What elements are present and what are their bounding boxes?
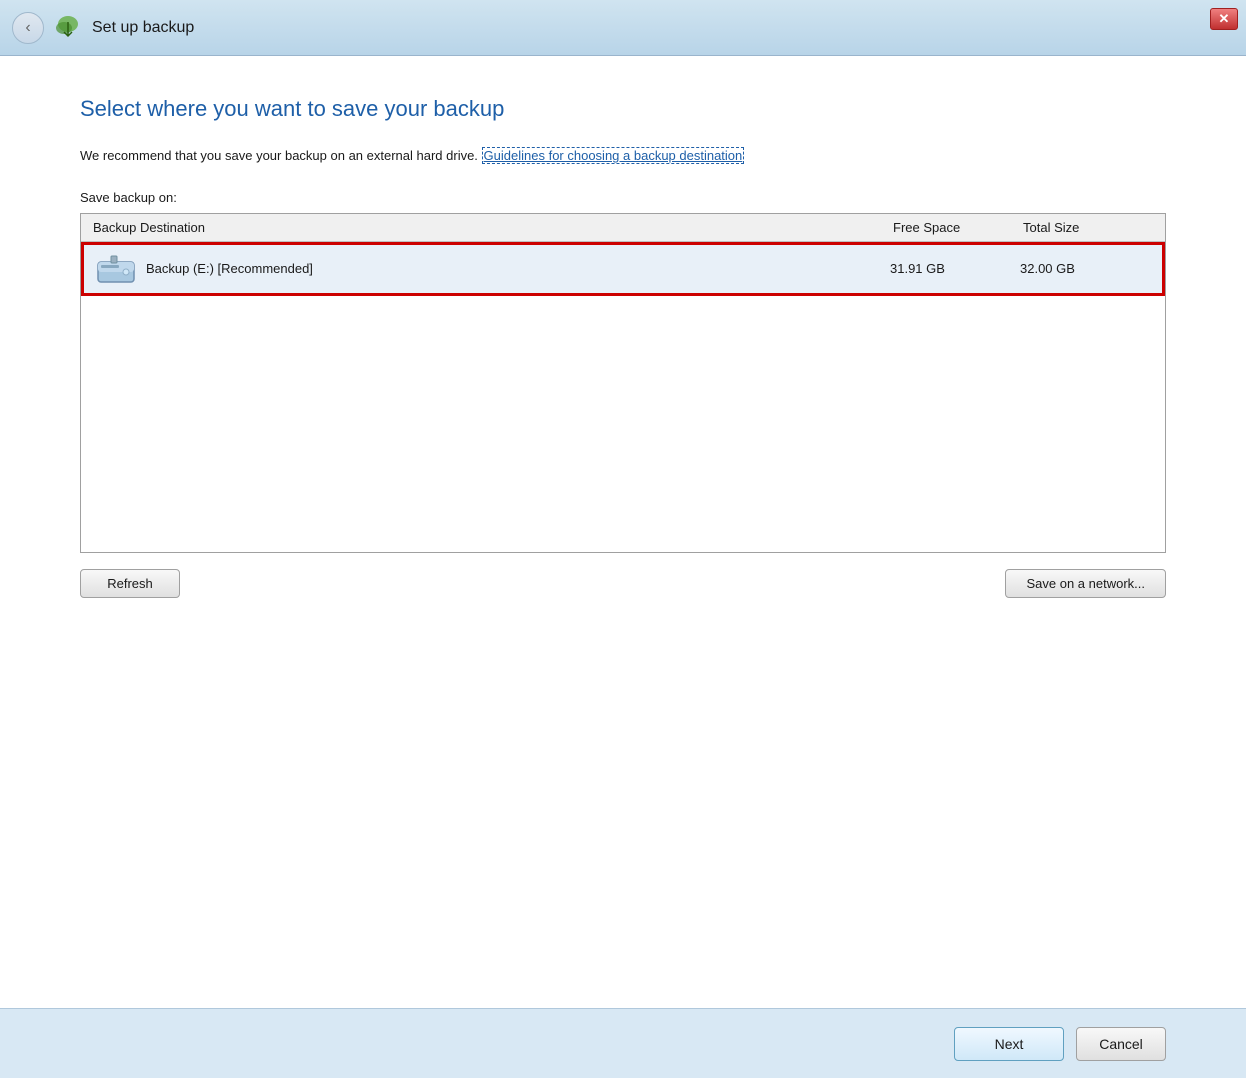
below-table-actions: Refresh Save on a network... bbox=[80, 553, 1166, 598]
drive-icon bbox=[96, 253, 136, 285]
free-space-value: 31.91 GB bbox=[890, 261, 1020, 276]
next-button[interactable]: Next bbox=[954, 1027, 1064, 1061]
row-destination-cell: Backup (E:) [Recommended] bbox=[96, 253, 890, 285]
table-row[interactable]: Backup (E:) [Recommended] 31.91 GB 32.00… bbox=[81, 242, 1165, 296]
back-button[interactable]: ‹ bbox=[12, 12, 44, 44]
page-title: Select where you want to save your backu… bbox=[80, 96, 1166, 122]
save-backup-label: Save backup on: bbox=[80, 190, 1166, 205]
backup-destination-table: Backup Destination Free Space Total Size bbox=[80, 213, 1166, 553]
title-bar: ‹ Set up backup ✕ bbox=[0, 0, 1246, 56]
backup-icon bbox=[54, 14, 82, 42]
description-text: We recommend that you save your backup o… bbox=[80, 146, 1166, 166]
save-on-network-button[interactable]: Save on a network... bbox=[1005, 569, 1166, 598]
column-header-freespace: Free Space bbox=[893, 220, 1023, 235]
close-icon: ✕ bbox=[1219, 11, 1230, 27]
refresh-button[interactable]: Refresh bbox=[80, 569, 180, 598]
main-content: Select where you want to save your backu… bbox=[0, 56, 1246, 1008]
footer: Next Cancel bbox=[0, 1008, 1246, 1078]
guidelines-link[interactable]: Guidelines for choosing a backup destina… bbox=[482, 147, 745, 164]
column-header-totalsize: Total Size bbox=[1023, 220, 1153, 235]
destination-name: Backup (E:) [Recommended] bbox=[146, 261, 313, 276]
window-title: Set up backup bbox=[92, 19, 194, 37]
column-header-destination: Backup Destination bbox=[93, 220, 893, 235]
total-size-value: 32.00 GB bbox=[1020, 261, 1150, 276]
cancel-button[interactable]: Cancel bbox=[1076, 1027, 1166, 1061]
close-button[interactable]: ✕ bbox=[1210, 8, 1238, 30]
table-header: Backup Destination Free Space Total Size bbox=[81, 214, 1165, 242]
